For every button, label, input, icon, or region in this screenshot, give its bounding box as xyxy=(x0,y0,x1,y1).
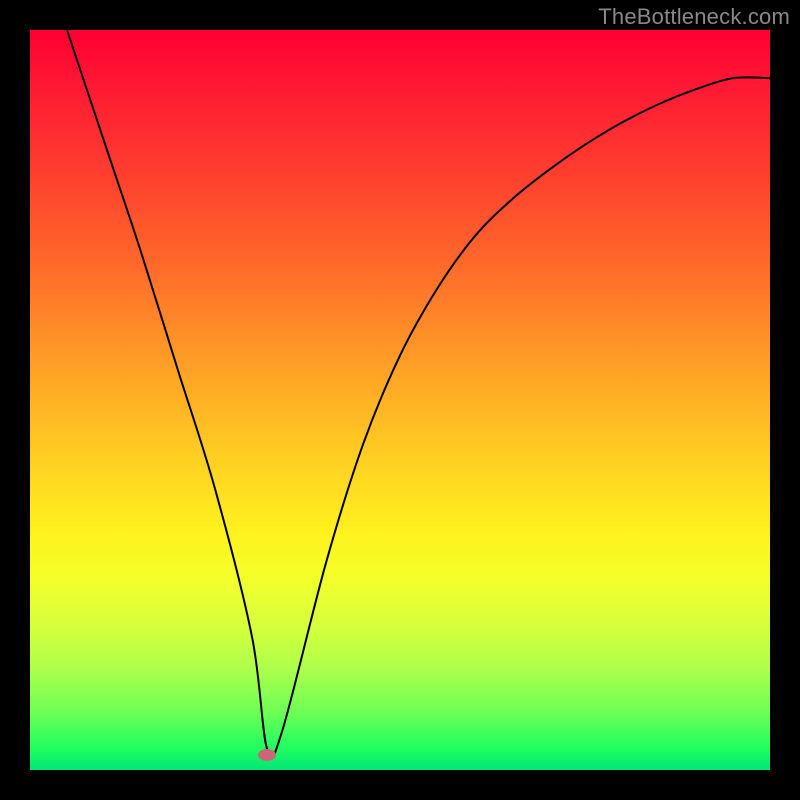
optimal-point-marker xyxy=(258,749,276,761)
plot-area xyxy=(30,30,770,770)
watermark-text: TheBottleneck.com xyxy=(598,4,790,30)
chart-frame: TheBottleneck.com xyxy=(0,0,800,800)
curve-svg xyxy=(30,30,770,770)
bottleneck-curve xyxy=(67,30,770,758)
